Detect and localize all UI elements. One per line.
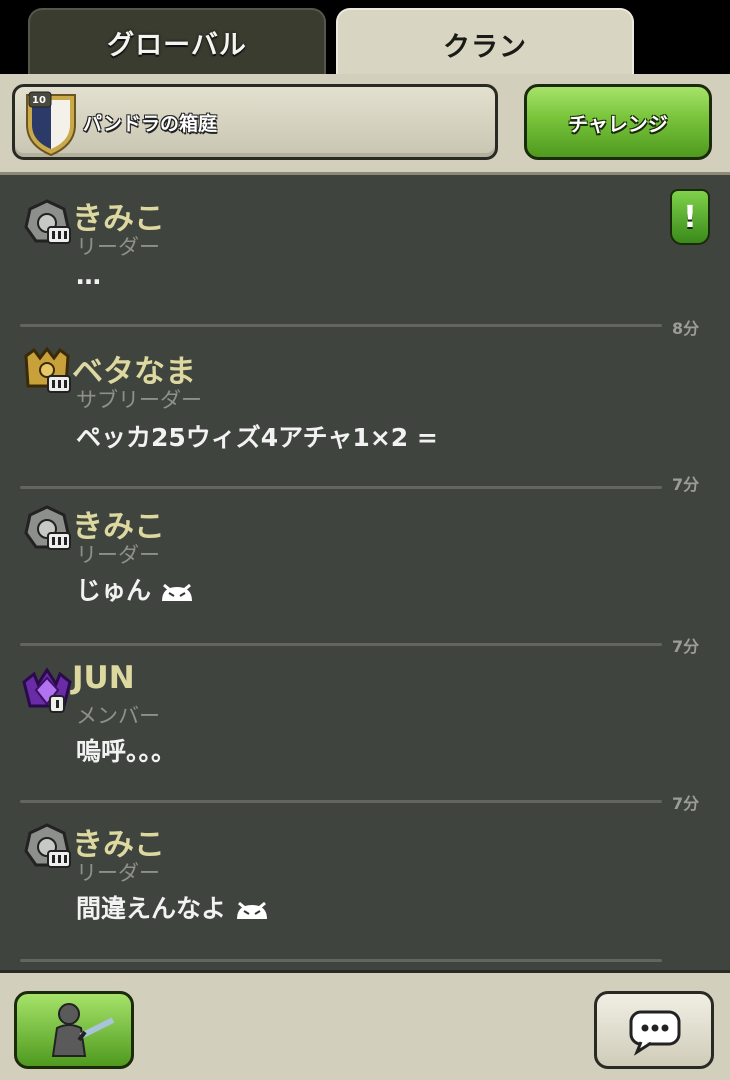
- tab-bar: グローバル クラン: [0, 0, 730, 78]
- clan-war-button[interactable]: [14, 991, 134, 1069]
- message-text: …: [76, 261, 101, 290]
- message-role: メンバー: [76, 704, 160, 728]
- troop-sword-icon: [51, 1003, 115, 1057]
- message-divider: [20, 800, 662, 803]
- co-leader-badge-icon: [20, 346, 74, 398]
- message-role: サブリーダー: [76, 388, 202, 412]
- message-text: 嗚呼。。。: [76, 737, 177, 766]
- message-time: 8分: [672, 319, 700, 338]
- leader-badge-icon: [20, 821, 74, 873]
- message-author: JUN: [72, 660, 135, 696]
- clan-header: 10 パンドラの箱庭 チャレンジ: [0, 74, 730, 175]
- message-text: じゅん: [76, 571, 194, 607]
- clan-level: 10: [32, 95, 46, 106]
- challenge-button[interactable]: チャレンジ: [524, 84, 712, 160]
- message-role: リーダー: [76, 861, 160, 885]
- clan-info-button[interactable]: 10 パンドラの箱庭: [12, 84, 498, 160]
- message-text-content: 間違えんなよ: [76, 894, 227, 923]
- leader-badge-icon: [20, 197, 74, 249]
- message-text-content: じゅん: [76, 576, 152, 605]
- chat-list[interactable]: ! きみこ リーダー … 8分 ベタなま サブリーダー ペッカ25ウィズ4アチャ…: [0, 175, 718, 970]
- angry-emoji-icon: [236, 901, 267, 919]
- tab-clan[interactable]: クラン: [336, 8, 634, 78]
- clan-shield-icon: 10: [21, 89, 81, 159]
- message-role: リーダー: [76, 235, 160, 259]
- speech-bubble-icon: [629, 1010, 681, 1056]
- message-text: ペッカ25ウィズ4アチャ1×2 =: [76, 423, 438, 452]
- message-divider: [20, 486, 662, 489]
- message-time: 7分: [672, 637, 700, 656]
- message-divider: [20, 324, 662, 327]
- chat-button[interactable]: [594, 991, 714, 1069]
- clan-name: パンドラの箱庭: [83, 113, 217, 135]
- alert-icon[interactable]: !: [670, 189, 710, 245]
- message-role: リーダー: [76, 543, 160, 567]
- message-time: 7分: [672, 794, 700, 813]
- chat-footer: [0, 970, 730, 1080]
- member-badge-icon: [20, 666, 74, 718]
- chat-scroll-edge: [718, 175, 730, 970]
- tab-global[interactable]: グローバル: [28, 8, 326, 74]
- message-time: 7分: [672, 475, 700, 494]
- angry-emoji-icon: [161, 583, 192, 601]
- leader-badge-icon: [20, 503, 74, 555]
- message-divider: [20, 959, 662, 962]
- message-divider: [20, 643, 662, 646]
- message-text: 間違えんなよ: [76, 889, 269, 925]
